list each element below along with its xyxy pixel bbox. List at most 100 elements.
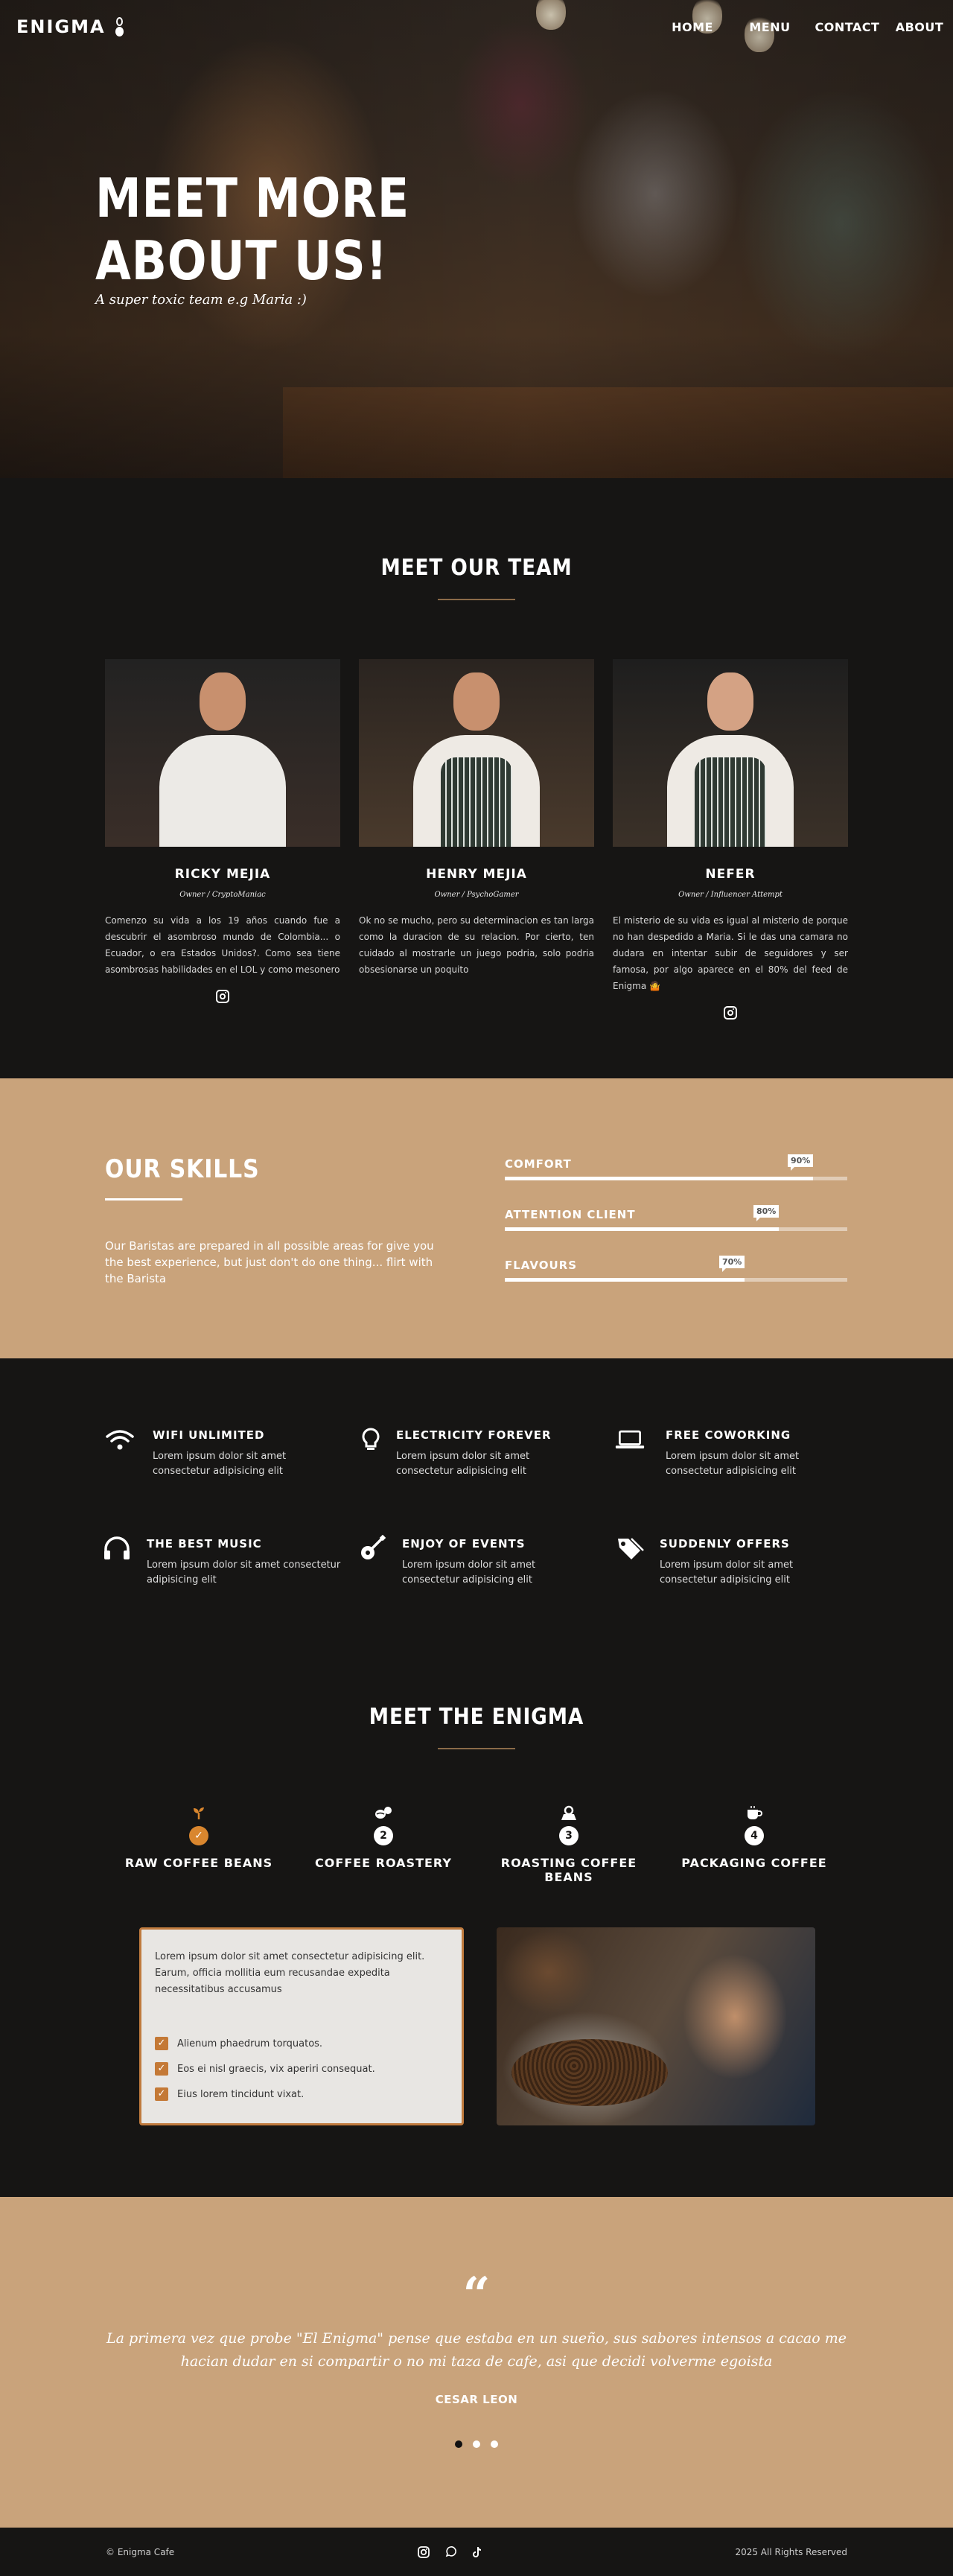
process-step[interactable]: ✓ RAW COFFEE BEANS [109, 1805, 288, 1870]
member-bio: Comenzo su vida a los 19 años cuando fue… [105, 915, 340, 975]
feature-text: Lorem ipsum dolor sit amet consectetur a… [402, 1559, 536, 1586]
tags-icon [615, 1536, 645, 1561]
footer-copyright: © Enigma Cafe [106, 2546, 175, 2557]
checklist-item: ✓ Eos ei nisl graecis, vix aperiri conseq… [155, 2056, 448, 2082]
team-member-card: NEFER Owner / Influencer Attempt El mist… [613, 659, 848, 1020]
hero-subtitle: A super toxic team e.g Maria :) [95, 292, 307, 308]
coffee-bean-logo-icon [113, 16, 125, 38]
process-step[interactable]: 2 COFFEE ROASTERY [294, 1805, 473, 1870]
step-label: RAW COFFEE BEANS [124, 1856, 273, 1870]
member-name: HENRY MEJIA [426, 867, 527, 882]
skill-bar: ATTENTION CLIENT 80% [505, 1205, 847, 1231]
nav-contact-link[interactable]: CONTACT [809, 20, 886, 34]
skill-track: 80% [505, 1205, 847, 1231]
sprout-icon [109, 1805, 288, 1825]
member-name: RICKY MEJIA [174, 867, 271, 882]
skill-percent: 80% [753, 1205, 780, 1221]
feature-title: SUDDENLY OFFERS [660, 1537, 790, 1551]
member-role: Owner / PsychoGamer [434, 891, 519, 899]
step-label: ROASTING COFFEE BEANS [500, 1856, 637, 1884]
whatsapp-icon[interactable] [444, 2545, 457, 2559]
feature-title: ELECTRICITY FOREVER [396, 1428, 552, 1442]
checkbox-icon: ✓ [155, 2062, 168, 2076]
skill-fill [505, 1227, 779, 1231]
skill-bar: FLAVOURS 70% [505, 1256, 847, 1282]
feature-title: WIFI UNLIMITED [153, 1428, 265, 1442]
nav-menu-link[interactable]: MENU [731, 20, 809, 34]
nav-about-link[interactable]: ABOUT [886, 20, 953, 34]
quote-icon: “ [462, 2267, 491, 2323]
beans-icon [294, 1805, 473, 1825]
main-menu: HOME MENU CONTACT ABOUT [654, 20, 953, 34]
skill-label: FLAVOURS [505, 1259, 578, 1272]
skill-fill [505, 1177, 813, 1180]
wifi-icon [105, 1427, 135, 1452]
carousel-dot[interactable] [455, 2440, 462, 2448]
features-section: WIFI UNLIMITED Lorem ipsum dolor sit ame… [0, 1358, 953, 2197]
top-nav: ENIGMA HOME MENU CONTACT ABOUT [0, 0, 953, 54]
headphones-icon [102, 1536, 132, 1561]
laptop-icon [615, 1427, 645, 1452]
divider [105, 1198, 182, 1200]
card-paragraph: Lorem ipsum dolor sit amet consectetur a… [155, 1951, 425, 1995]
skill-bar: COMFORT 90% [505, 1154, 847, 1180]
skill-track: 70% [505, 1256, 847, 1282]
nav-home-link[interactable]: HOME [654, 20, 731, 34]
feature-text: Lorem ipsum dolor sit amet consectetur a… [147, 1559, 341, 1586]
tiktok-icon[interactable] [471, 2545, 484, 2559]
team-member-photo [105, 659, 340, 847]
step-number: 2 [374, 1826, 393, 1845]
step-number: 4 [745, 1826, 764, 1845]
checklist: ✓ Alienum phaedrum torquatos. ✓ Eos ei nis… [155, 2031, 448, 2107]
hero-title: MEET MORE ABOUT US! [95, 167, 409, 292]
instagram-icon[interactable] [417, 2545, 430, 2559]
team-member-photo [359, 659, 594, 847]
testimonial-author: CESAR LEON [435, 2393, 518, 2406]
team-member-photo [613, 659, 848, 847]
member-bio: El misterio de su vida es igual al miste… [613, 915, 848, 991]
step-label: COFFEE ROASTERY [315, 1856, 452, 1870]
team-member-card: RICKY MEJIA Owner / CryptoManiac Comenzo… [105, 659, 340, 1020]
process-step[interactable]: 3 ROASTING COFFEE BEANS [479, 1805, 658, 1884]
team-title: MEET OUR TEAM [380, 555, 573, 581]
testimonial-section: “ La primera vez que probe "El Enigma" p… [0, 2197, 953, 2528]
checklist-item: ✓ Alienum phaedrum torquatos. [155, 2031, 448, 2056]
roaster-icon [479, 1805, 658, 1825]
brand-name: ENIGMA [16, 16, 106, 37]
carousel-dot[interactable] [491, 2440, 498, 2448]
team-member-card: HENRY MEJIA Owner / PsychoGamer Ok no se… [359, 659, 594, 1020]
instagram-icon[interactable] [724, 1006, 737, 1020]
skills-section: OUR SKILLS Our Baristas are prepared in … [0, 1078, 953, 1358]
carousel-dot[interactable] [473, 2440, 480, 2448]
cup-icon [665, 1805, 844, 1825]
step-detail-card: Lorem ipsum dolor sit amet consectetur a… [139, 1927, 464, 2125]
step-number: ✓ [189, 1826, 208, 1845]
member-bio: Ok no se mucho, pero su determinacion es… [359, 915, 594, 975]
skill-fill [505, 1278, 745, 1282]
feature-title: ENJOY OF EVENTS [402, 1537, 526, 1551]
checkbox-icon: ✓ [155, 2037, 168, 2050]
team-grid: RICKY MEJIA Owner / CryptoManiac Comenzo… [105, 659, 953, 1020]
feature-text: Lorem ipsum dolor sit amet consectetur a… [666, 1451, 800, 1477]
feature-title: THE BEST MUSIC [147, 1537, 262, 1551]
enigma-header: MEET THE ENIGMA [0, 1704, 953, 1749]
lightbulb-icon [356, 1427, 386, 1452]
brand-logo[interactable]: ENIGMA [16, 16, 125, 38]
step-number: 3 [559, 1826, 579, 1845]
skills-title: OUR SKILLS [105, 1154, 260, 1184]
instagram-icon[interactable] [216, 990, 229, 1003]
process-step[interactable]: 4 PACKAGING COFFEE [665, 1805, 844, 1870]
team-section: MEET OUR TEAM RICKY MEJIA Owner / Crypto… [0, 478, 953, 1078]
member-name: NEFER [705, 867, 756, 882]
skill-track: 90% [505, 1154, 847, 1180]
footer: © Enigma Cafe 2025 All Rights Reserved [0, 2528, 953, 2576]
footer-socials [417, 2545, 484, 2559]
member-role: Owner / Influencer Attempt [678, 891, 783, 899]
checkbox-icon: ✓ [155, 2087, 168, 2101]
skills-description: Our Baristas are prepared in all possibl… [105, 1239, 434, 1285]
divider [438, 1748, 515, 1749]
skill-percent: 90% [788, 1154, 814, 1171]
member-role: Owner / CryptoManiac [179, 891, 266, 899]
testimonial-quote: La primera vez que probe "El Enigma" pen… [106, 2330, 847, 2370]
step-label: PACKAGING COFFEE [681, 1856, 827, 1870]
